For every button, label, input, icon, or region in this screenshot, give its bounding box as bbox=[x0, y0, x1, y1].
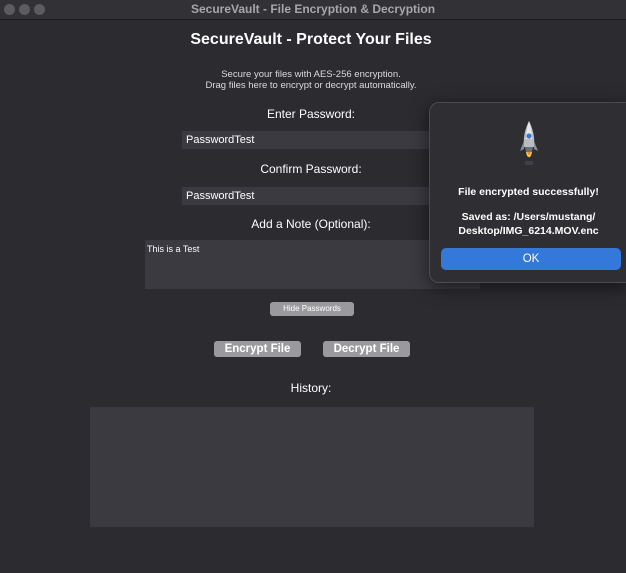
title-bar: SecureVault - File Encryption & Decrypti… bbox=[0, 0, 626, 20]
success-dialog: File encrypted successfully! Saved as: /… bbox=[429, 102, 626, 283]
history-label: History: bbox=[290, 381, 332, 395]
page-title: SecureVault - Protect Your Files bbox=[190, 31, 432, 48]
encrypt-file-button[interactable]: Encrypt File bbox=[214, 341, 301, 357]
description-line-1: Secure your files with AES-256 encryptio… bbox=[221, 69, 401, 80]
success-message: File encrypted successfully! bbox=[458, 186, 599, 198]
description-line-2: Drag files here to encrypt or decrypt au… bbox=[205, 80, 417, 91]
decrypt-file-button[interactable]: Decrypt File bbox=[323, 341, 410, 357]
ok-button[interactable]: OK bbox=[441, 248, 621, 270]
hide-passwords-button[interactable]: Hide Passwords bbox=[270, 302, 354, 316]
saved-path-line-2: Desktop/IMG_6214.MOV.enc bbox=[458, 225, 599, 237]
rocket-icon bbox=[520, 121, 538, 165]
history-list[interactable] bbox=[90, 407, 534, 527]
saved-path-line-1: Saved as: /Users/mustang/ bbox=[461, 211, 596, 223]
window-title: SecureVault - File Encryption & Decrypti… bbox=[190, 2, 436, 16]
app-window: SecureVault - File Encryption & Decrypti… bbox=[0, 0, 626, 573]
